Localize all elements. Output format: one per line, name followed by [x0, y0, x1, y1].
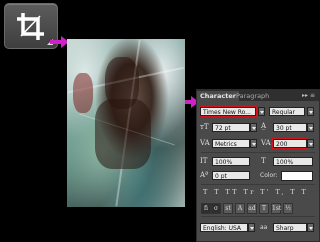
horizontal-scale-field[interactable]: 100%	[273, 157, 313, 166]
leading-field[interactable]: 30 pt	[273, 123, 307, 132]
leading-dropdown-icon[interactable]	[307, 123, 314, 132]
kerning-dropdown-icon[interactable]	[250, 139, 257, 148]
type-style-buttons[interactable]: T T TT Tr T' T, T T	[203, 188, 308, 196]
vertical-scale-field[interactable]: 100%	[212, 157, 250, 166]
ot-titling-button[interactable]: T	[259, 203, 269, 214]
baseline-shift-icon: Aª	[200, 171, 209, 179]
panel-tabbar: Character Paragraph ▸▸ ≡	[197, 90, 319, 101]
antialias-field[interactable]: Sharp	[273, 223, 307, 232]
tracking-icon: VA	[261, 139, 271, 147]
character-panel: Character Paragraph ▸▸ ≡ Times New Ro...…	[196, 89, 320, 242]
ot-contextual-button[interactable]: σ	[211, 203, 221, 214]
kerning-icon: VA	[200, 139, 210, 147]
font-style-field[interactable]: Regular	[269, 107, 305, 116]
divider	[201, 184, 315, 185]
font-style-dropdown-icon[interactable]	[307, 107, 314, 116]
language-field[interactable]: English: USA	[200, 223, 248, 232]
ot-stylistic-button[interactable]: ad	[247, 203, 257, 214]
text-color-swatch[interactable]	[281, 171, 313, 181]
ot-fractions-button[interactable]: ½	[283, 203, 293, 214]
horizontal-scale-icon: T	[261, 157, 266, 165]
tab-paragraph[interactable]: Paragraph	[233, 91, 272, 101]
color-label: Color:	[260, 172, 278, 179]
baseline-shift-field[interactable]: 0 pt	[212, 171, 250, 180]
crop-icon	[17, 13, 44, 40]
ot-ordinals-button[interactable]: 1st	[271, 203, 281, 214]
tracking-dropdown-icon[interactable]	[307, 139, 314, 148]
font-size-icon: ᴛT	[200, 123, 209, 131]
ot-swash-button[interactable]: A	[235, 203, 245, 214]
vertical-scale-icon: IT	[200, 157, 208, 165]
ot-discretionary-button[interactable]: st	[223, 203, 233, 214]
canvas-image[interactable]	[67, 39, 185, 207]
font-family-field[interactable]: Times New Ro...	[199, 106, 257, 117]
antialias-dropdown-icon[interactable]	[307, 223, 314, 232]
leading-icon: A̲	[261, 122, 267, 130]
divider	[201, 216, 315, 217]
kerning-field[interactable]: Metrics	[212, 139, 250, 148]
language-dropdown-icon[interactable]	[248, 223, 255, 232]
divider	[201, 152, 315, 153]
ot-ligatures-button[interactable]: fi	[201, 203, 211, 214]
panel-menu-icon[interactable]: ▸▸ ≡	[302, 90, 315, 101]
font-size-field[interactable]: 72 pt	[212, 123, 250, 132]
font-family-dropdown-icon[interactable]	[258, 107, 265, 116]
font-size-dropdown-icon[interactable]	[250, 123, 257, 132]
antialias-icon: aa	[260, 224, 268, 231]
tracking-field[interactable]: 200	[272, 138, 308, 149]
